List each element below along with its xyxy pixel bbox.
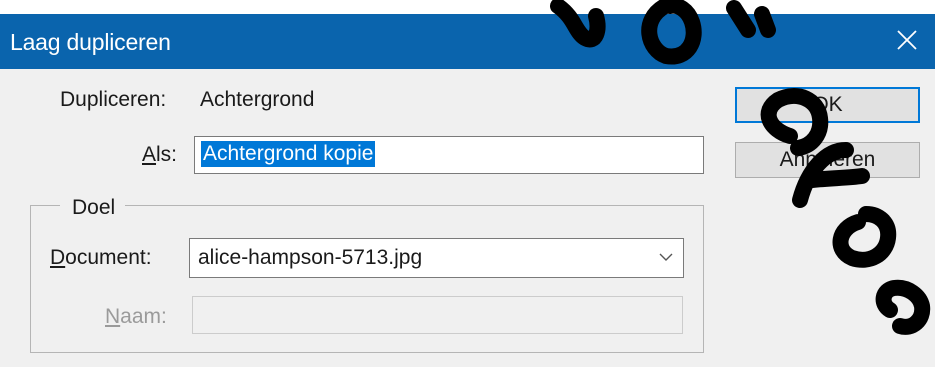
name-input [192, 296, 683, 334]
cancel-button[interactable]: Annuleren [735, 142, 920, 178]
name-label: Naam: [105, 305, 167, 328]
ok-button[interactable]: OK [735, 87, 920, 123]
cancel-button-label: Annuleren [779, 148, 876, 171]
window-title: Laag dupliceren [10, 29, 171, 55]
as-input-value: Achtergrond kopie [201, 141, 376, 167]
chevron-down-icon [659, 253, 673, 261]
title-bar: Laag dupliceren [0, 14, 935, 69]
duplicate-value: Achtergrond [200, 88, 315, 111]
duplicate-label: Dupliceren: [60, 88, 167, 111]
as-label: Als: [142, 143, 178, 166]
as-input[interactable]: Achtergrond kopie [194, 136, 704, 174]
close-icon [897, 30, 917, 50]
document-label: Document: [50, 246, 152, 269]
close-button[interactable] [875, 14, 935, 69]
ok-button-label: OK [812, 93, 843, 116]
document-value: alice-hampson-5713.jpg [198, 246, 423, 269]
document-select[interactable]: alice-hampson-5713.jpg [189, 238, 684, 278]
destination-legend: Doel [60, 196, 126, 220]
